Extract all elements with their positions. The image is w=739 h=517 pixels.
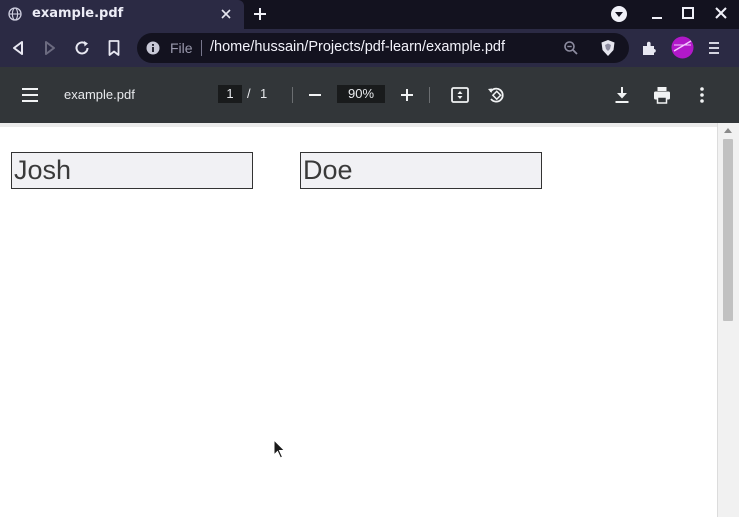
pdf-page: Josh Doe	[0, 123, 717, 517]
zoom-icon[interactable]	[563, 40, 579, 56]
zoom-input[interactable]: 90%	[337, 85, 385, 103]
browser-toolbar: File /home/hussain/Projects/pdf-learn/ex…	[0, 29, 739, 67]
profile-icon[interactable]	[671, 36, 694, 59]
extensions-icon[interactable]	[640, 38, 660, 58]
toolbar-divider	[292, 87, 293, 103]
tab-example-pdf[interactable]: example.pdf	[0, 0, 244, 29]
scroll-up-icon[interactable]	[723, 126, 733, 136]
bookmark-icon[interactable]	[104, 38, 124, 58]
pdf-toolbar: example.pdf 1 / 1 90%	[0, 67, 739, 123]
chevron-down-icon[interactable]	[610, 5, 628, 23]
page-number-input[interactable]: 1	[218, 85, 242, 103]
page-separator: /	[247, 86, 251, 101]
menu-icon[interactable]	[704, 38, 724, 58]
fit-page-icon[interactable]	[450, 85, 470, 105]
brave-shield-icon[interactable]	[599, 39, 617, 57]
minimize-icon[interactable]	[648, 5, 666, 23]
globe-icon	[8, 7, 22, 21]
vertical-scrollbar[interactable]	[717, 123, 739, 517]
document-viewport[interactable]: Josh Doe	[0, 123, 739, 517]
more-icon[interactable]	[692, 85, 712, 105]
rotate-icon[interactable]	[486, 85, 506, 105]
tab-strip: example.pdf	[0, 0, 739, 29]
tab-title: example.pdf	[32, 6, 124, 21]
hamburger-icon[interactable]	[20, 85, 40, 105]
url-scheme-label: File	[170, 40, 193, 56]
scrollbar-thumb[interactable]	[723, 139, 733, 321]
print-icon[interactable]	[652, 85, 672, 105]
address-bar[interactable]: File /home/hussain/Projects/pdf-learn/ex…	[137, 33, 629, 63]
url-text[interactable]: /home/hussain/Projects/pdf-learn/example…	[210, 39, 505, 55]
last-name-field[interactable]: Doe	[300, 152, 542, 189]
zoom-in-icon[interactable]	[397, 85, 417, 105]
maximize-icon[interactable]	[679, 5, 697, 23]
url-separator	[201, 40, 202, 56]
download-icon[interactable]	[612, 85, 632, 105]
zoom-out-icon[interactable]	[305, 85, 325, 105]
reload-icon[interactable]	[72, 38, 92, 58]
plus-icon[interactable]	[252, 6, 268, 22]
close-icon[interactable]	[219, 7, 233, 21]
first-name-field[interactable]: Josh	[11, 152, 253, 189]
pdf-document-title: example.pdf	[64, 87, 135, 102]
window-close-icon[interactable]	[712, 5, 730, 23]
toolbar-divider	[429, 87, 430, 103]
page-total: 1	[260, 86, 268, 101]
mouse-cursor-icon	[273, 439, 286, 459]
back-icon[interactable]	[8, 38, 28, 58]
forward-icon[interactable]	[40, 38, 60, 58]
info-icon[interactable]	[146, 41, 160, 55]
